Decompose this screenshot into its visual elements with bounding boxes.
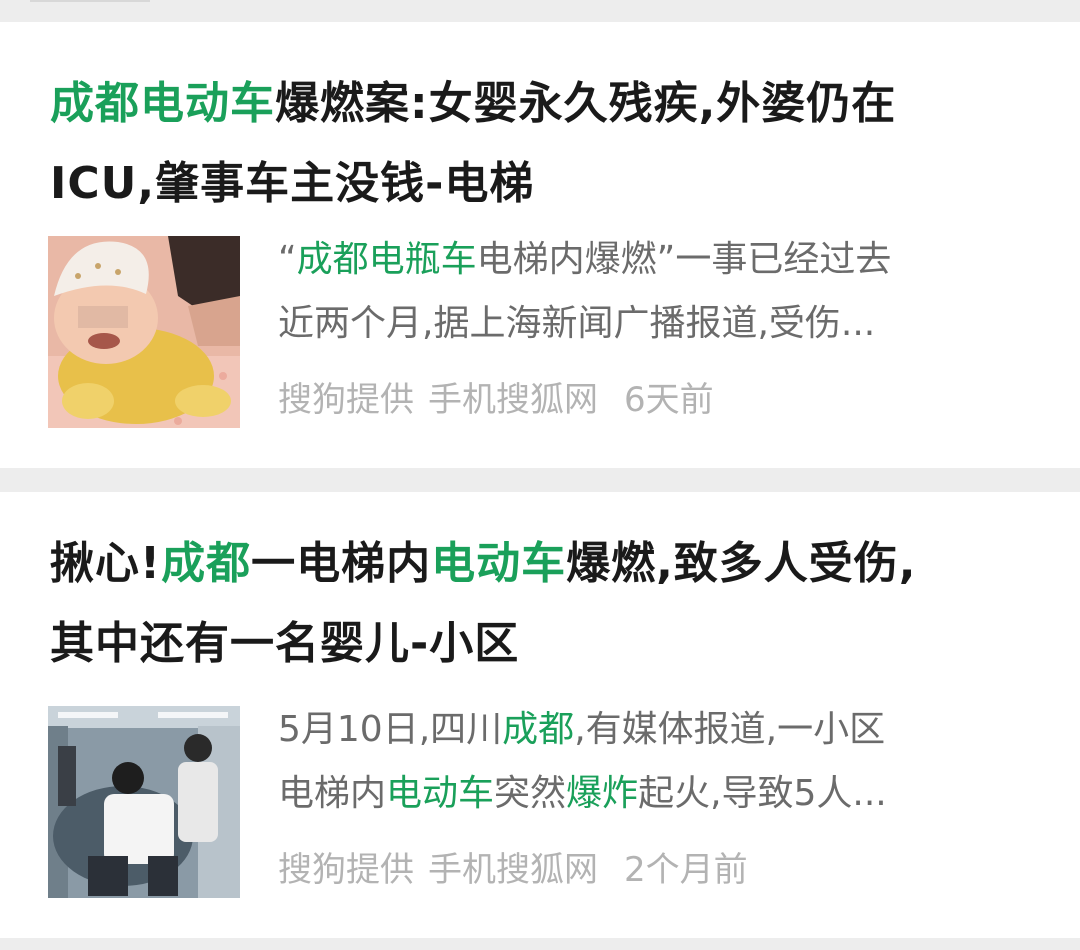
elevator-cctv-icon: [48, 706, 240, 898]
snippet-highlight: 成都: [502, 709, 575, 750]
search-result-card[interactable]: 成都电动车爆燃案:女婴永久残疾,外婆仍在 ICU,肇事车主没钱-电梯 “成都电瓶车…: [0, 22, 1080, 468]
snippet-text: “: [278, 239, 297, 280]
snippet-highlight: 成都电瓶车: [296, 239, 477, 280]
snippet-text: 突然: [494, 773, 567, 814]
snippet-line-2: 电梯内电动车突然爆炸起火,导致5人...: [278, 762, 1038, 826]
source-label: 手机搜狐网: [428, 380, 598, 420]
title-highlight: 电动车: [431, 538, 567, 589]
result-meta: 搜狗提供 手机搜狐网 2个月前: [278, 842, 762, 891]
result-meta: 搜狗提供 手机搜狐网 6天前: [278, 372, 728, 421]
title-highlight: 成都: [161, 538, 252, 589]
snippet-line-2: 近两个月,据上海新闻广播报道,受伤...: [278, 303, 876, 344]
snippet-text: 起火,导致5人...: [638, 773, 887, 814]
provider-label: 搜狗提供: [278, 380, 414, 420]
snippet-text: 5月10日,四川: [278, 709, 503, 750]
search-result-card[interactable]: 揪心!成都一电梯内电动车爆燃,致多人受伤, 其中还有一名婴儿-小区 5月10日,四…: [0, 492, 1080, 938]
snippet-line-1: 5月10日,四川成都,有媒体报道,一小区: [278, 698, 1038, 762]
title-line-2: ICU,肇事车主没钱-电梯: [50, 158, 535, 209]
snippet-highlight: 爆炸: [566, 773, 639, 814]
provider-label: 搜狗提供: [278, 850, 414, 890]
title-text: 一电梯内: [251, 538, 432, 589]
snippet-text: ,有媒体报道,一小区: [574, 709, 886, 750]
bottom-divider: [0, 938, 1080, 950]
baby-photo-icon: [48, 236, 240, 428]
snippet-line-1: “成都电瓶车电梯内爆燃”一事已经过去: [278, 228, 1038, 292]
title-line-2: 其中还有一名婴儿-小区: [50, 618, 520, 669]
title-text: 爆燃案:女婴永久残疾,外婆仍在: [275, 78, 897, 129]
snippet-text: 电梯内: [278, 773, 387, 814]
time-label: 2个月前: [624, 850, 748, 890]
snippet-text: 电梯内爆燃”一事已经过去: [476, 239, 892, 280]
snippet-highlight: 电动车: [386, 773, 495, 814]
title-highlight: 成都电动车: [50, 78, 275, 129]
time-label: 6天前: [624, 380, 714, 420]
result-snippet: 5月10日,四川成都,有媒体报道,一小区 电梯内电动车突然爆炸起火,导致5人..…: [278, 698, 1038, 826]
title-text: 爆燃,致多人受伤,: [566, 538, 917, 589]
title-text: 揪心!: [50, 538, 162, 589]
result-title[interactable]: 成都电动车爆燃案:女婴永久残疾,外婆仍在 ICU,肇事车主没钱-电梯: [50, 64, 1030, 224]
baby-photo-thumbnail[interactable]: [48, 236, 240, 428]
elevator-cctv-thumbnail[interactable]: [48, 706, 240, 898]
top-divider: [0, 0, 1080, 22]
result-title[interactable]: 揪心!成都一电梯内电动车爆燃,致多人受伤, 其中还有一名婴儿-小区: [50, 524, 1030, 684]
result-snippet: “成都电瓶车电梯内爆燃”一事已经过去 近两个月,据上海新闻广播报道,受伤...: [278, 228, 1038, 356]
previous-card-edge: [30, 0, 150, 2]
source-label: 手机搜狐网: [428, 850, 598, 890]
